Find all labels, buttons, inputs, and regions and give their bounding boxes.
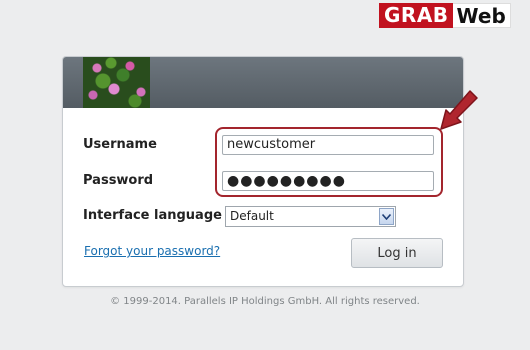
forgot-password-link[interactable]: Forgot your password?	[84, 244, 220, 258]
language-select[interactable]: Default	[225, 206, 396, 227]
grabweb-logo: GRAB Web	[379, 3, 526, 28]
language-select-value: Default	[230, 209, 274, 223]
log-in-button[interactable]: Log in	[351, 238, 443, 268]
water-lily-logo-image	[83, 57, 150, 108]
web-logo-text: Web	[452, 3, 511, 28]
grab-logo-text: GRAB	[379, 3, 453, 28]
credentials-highlight-box	[215, 127, 443, 197]
copyright-text: © 1999-2014. Parallels IP Holdings GmbH.…	[110, 296, 420, 307]
annotation-arrow-icon	[440, 90, 478, 130]
interface-language-label: Interface language	[83, 208, 222, 223]
username-label: Username	[83, 137, 157, 152]
password-label: Password	[83, 173, 154, 188]
login-panel: Username newcustomer Password ●●●●●●●●● …	[62, 56, 464, 287]
dropdown-arrow-icon[interactable]	[379, 208, 394, 225]
